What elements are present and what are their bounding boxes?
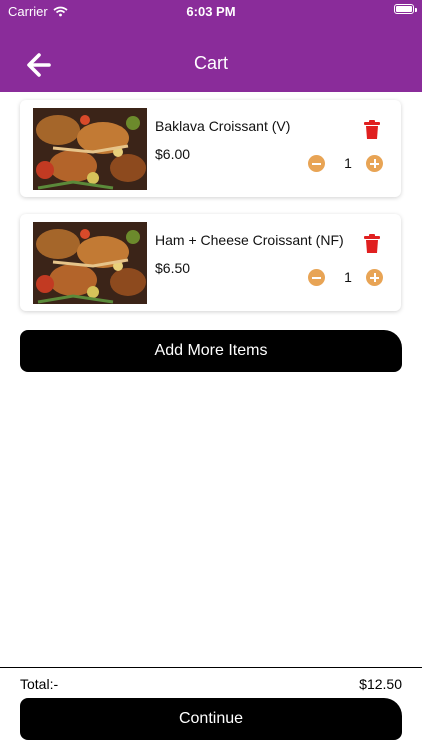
decrease-quantity-button[interactable] (308, 155, 325, 172)
app-header: Carrier 6:03 PM Cart (0, 0, 422, 92)
item-price: $6.00 (155, 146, 191, 162)
footer-divider (0, 667, 422, 668)
status-bar: Carrier 6:03 PM (0, 0, 422, 22)
cart-item-card: Ham + Cheese Croissant (NF) $6.50 1 (20, 214, 401, 311)
item-name: Ham + Cheese Croissant (NF) (155, 232, 344, 248)
food-image (33, 108, 147, 190)
battery-icon (394, 4, 417, 14)
total-value: $12.50 (359, 676, 402, 692)
food-image (33, 222, 147, 304)
status-time: 6:03 PM (186, 4, 236, 19)
cart-item-card: Baklava Croissant (V) $6.00 1 (20, 100, 401, 197)
increase-quantity-button[interactable] (366, 155, 383, 172)
quantity-value: 1 (344, 155, 352, 171)
trash-icon[interactable] (363, 120, 381, 140)
continue-button[interactable]: Continue (20, 698, 402, 740)
total-label: Total:- (20, 676, 59, 692)
trash-icon[interactable] (363, 234, 381, 254)
add-more-items-button[interactable]: Add More Items (20, 330, 402, 372)
item-name: Baklava Croissant (V) (155, 118, 291, 134)
item-price: $6.50 (155, 260, 191, 276)
page-title: Cart (193, 53, 228, 73)
increase-quantity-button[interactable] (366, 269, 383, 286)
decrease-quantity-button[interactable] (308, 269, 325, 286)
quantity-value: 1 (344, 269, 352, 285)
